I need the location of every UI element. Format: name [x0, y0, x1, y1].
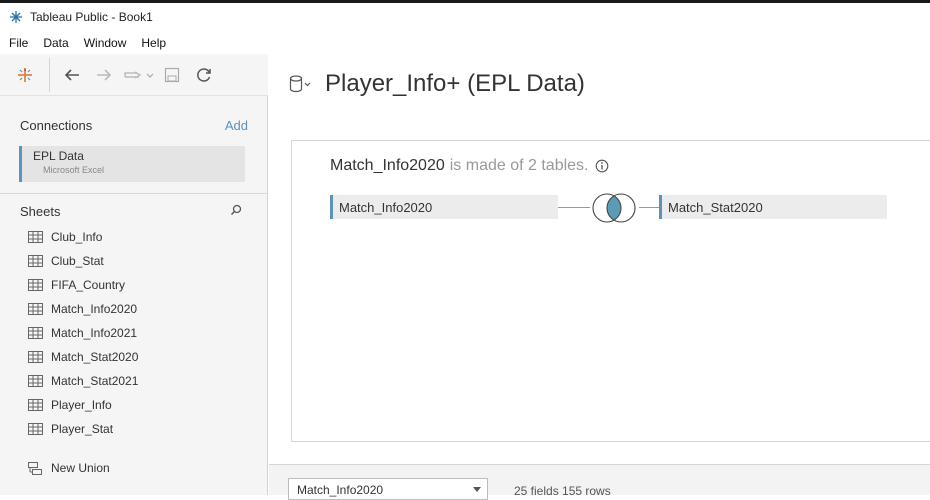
- union-icon: [28, 461, 42, 475]
- table-grid-icon: [28, 327, 43, 339]
- sheet-label: Player_Stat: [51, 422, 114, 436]
- sheets-title: Sheets: [20, 204, 61, 219]
- menu-window[interactable]: Window: [84, 36, 127, 50]
- datasource-title-area: Player_Info+ (EPL Data): [289, 70, 585, 98]
- title-bar: Tableau Public - Book1: [0, 3, 930, 31]
- inner-join-icon[interactable]: [589, 192, 639, 224]
- menu-bar: File Data Window Help: [0, 32, 930, 54]
- toolbar-separator: [49, 57, 50, 92]
- tableau-logo-icon[interactable]: [13, 63, 37, 87]
- sheet-label: Player_Info: [51, 398, 112, 412]
- connection-item-epl-data[interactable]: EPL Data Microsoft Excel: [19, 146, 245, 182]
- chevron-down-icon: [473, 487, 481, 492]
- sheet-item-match-stat2021[interactable]: Match_Stat2021: [28, 369, 248, 393]
- table-grid-icon: [28, 255, 43, 267]
- logical-table-summary: Match_Info2020 is made of 2 tables.: [330, 157, 609, 175]
- menu-file[interactable]: File: [9, 36, 28, 50]
- redo-icon[interactable]: [122, 63, 156, 87]
- info-icon[interactable]: [595, 159, 609, 173]
- table-grid-icon: [28, 303, 43, 315]
- table-select-dropdown[interactable]: Match_Info2020: [288, 478, 488, 500]
- made-of-text: is made of 2 tables.: [449, 157, 589, 174]
- save-icon[interactable]: [160, 63, 184, 87]
- back-arrow-icon[interactable]: [60, 63, 84, 87]
- sheet-item-match-info2021[interactable]: Match_Info2021: [28, 321, 248, 345]
- sheet-item-player-stat[interactable]: Player_Stat: [28, 417, 248, 441]
- menu-data[interactable]: Data: [43, 36, 68, 50]
- sheet-label: Match_Info2021: [51, 326, 138, 340]
- logical-table-canvas: [291, 140, 930, 442]
- sheet-label: FIFA_Country: [51, 278, 126, 292]
- table-grid-icon: [28, 423, 43, 435]
- toolbar: [0, 54, 268, 96]
- sheet-item-player-info[interactable]: Player_Info: [28, 393, 248, 417]
- left-table-label: Match_Info2020: [339, 199, 433, 215]
- table-grid-icon: [28, 399, 43, 411]
- sheet-item-match-stat2020[interactable]: Match_Stat2020: [28, 345, 248, 369]
- sheet-item-club-info[interactable]: Club_Info: [28, 225, 248, 249]
- fields-rows-info: 25 fields 155 rows: [514, 484, 611, 498]
- right-table-label: Match_Stat2020: [668, 199, 763, 215]
- window-title: Tableau Public - Book1: [30, 10, 153, 24]
- sheet-label: Club_Info: [51, 230, 103, 244]
- join-connector-right: [639, 207, 659, 208]
- sheet-label: Match_Stat2020: [51, 350, 139, 364]
- table-grid-icon: [28, 375, 43, 387]
- join-connector-left: [558, 207, 590, 208]
- table-grid-icon: [28, 351, 43, 363]
- left-table-card[interactable]: Match_Info2020: [330, 195, 558, 219]
- new-union-item[interactable]: New Union: [28, 458, 110, 478]
- connection-type: Microsoft Excel: [43, 165, 105, 175]
- table-grid-icon: [28, 279, 43, 291]
- right-table-card[interactable]: Match_Stat2020: [659, 195, 887, 219]
- pane-divider: [0, 193, 267, 194]
- table-grid-icon: [28, 231, 43, 243]
- database-icon[interactable]: [289, 75, 311, 93]
- new-union-label: New Union: [51, 461, 110, 475]
- connection-name: EPL Data: [33, 149, 84, 163]
- sheets-header: Sheets: [20, 204, 242, 219]
- sheet-item-match-info2020[interactable]: Match_Info2020: [28, 297, 248, 321]
- logical-table-name: Match_Info2020: [330, 157, 445, 174]
- sheet-label: Club_Stat: [51, 254, 104, 268]
- forward-arrow-icon[interactable]: [92, 63, 116, 87]
- sheet-item-club-stat[interactable]: Club_Stat: [28, 249, 248, 273]
- refresh-icon[interactable]: [192, 63, 216, 87]
- tableau-app-icon: [8, 9, 24, 25]
- add-connection-link[interactable]: Add: [225, 118, 248, 133]
- sheet-label: Match_Info2020: [51, 302, 138, 316]
- connections-header: Connections Add: [20, 118, 248, 133]
- datasource-title[interactable]: Player_Info+ (EPL Data): [325, 70, 585, 98]
- sheet-label: Match_Stat2021: [51, 374, 139, 388]
- sheet-list: Club_Info Club_Stat FIFA_Country Match_I…: [28, 225, 248, 441]
- sheet-item-fifa-country[interactable]: FIFA_Country: [28, 273, 248, 297]
- connections-title: Connections: [20, 118, 93, 133]
- menu-help[interactable]: Help: [141, 36, 166, 50]
- search-icon[interactable]: [230, 204, 242, 219]
